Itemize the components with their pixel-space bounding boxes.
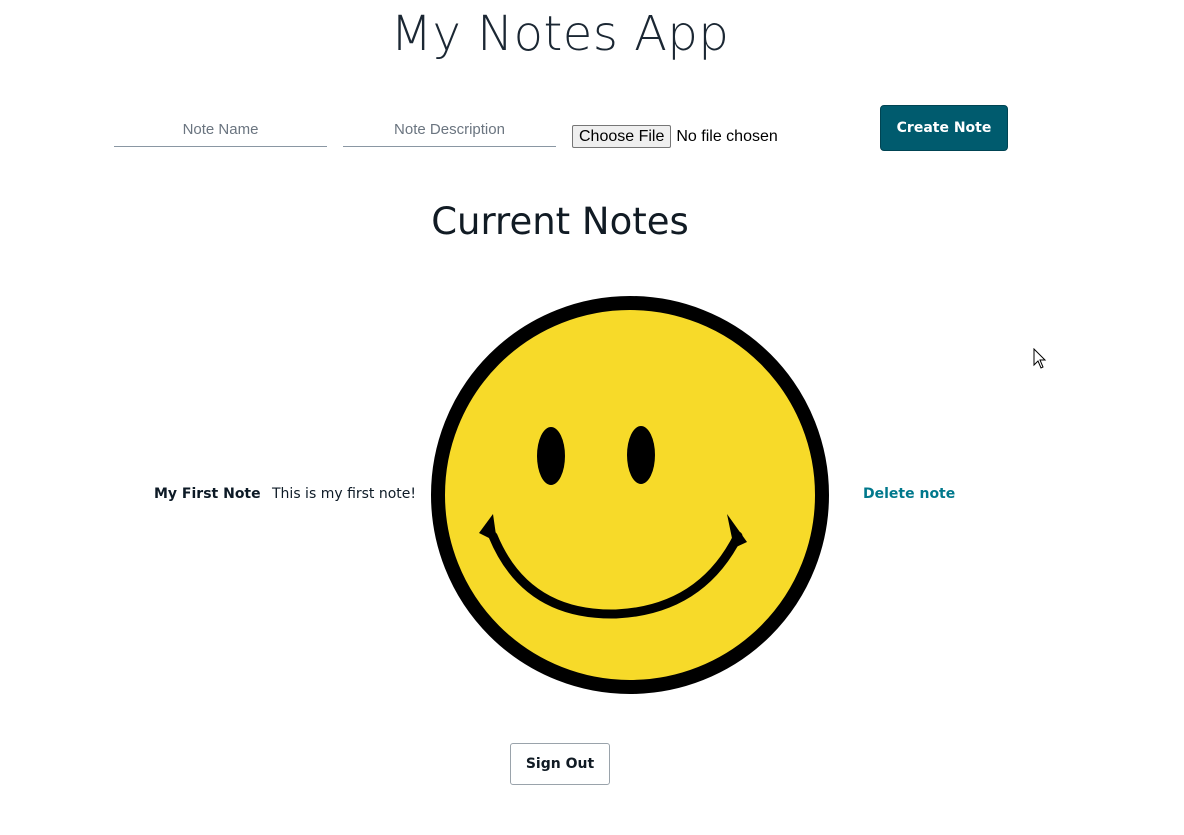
choose-file-button[interactable]: Choose File: [572, 125, 672, 148]
delete-note-link[interactable]: Delete note: [863, 486, 955, 502]
sign-out-button[interactable]: Sign Out: [510, 743, 610, 785]
note-name: My First Note: [154, 486, 261, 502]
smiley-face-icon: [431, 296, 829, 694]
current-notes-heading: Current Notes: [431, 200, 689, 243]
create-note-button[interactable]: Create Note: [880, 105, 1008, 151]
app-title: My Notes App: [390, 6, 730, 62]
note-name-input[interactable]: [114, 112, 327, 147]
file-status-text: No file chosen: [676, 127, 778, 145]
notes-app-page: My Notes App Choose File No file chosen …: [0, 0, 1184, 835]
note-description-input[interactable]: [343, 112, 556, 147]
file-picker: Choose File No file chosen: [572, 125, 778, 148]
mouse-pointer-icon: [1033, 348, 1047, 369]
note-item: My First Note This is my first note! Del…: [0, 296, 1184, 696]
note-description: This is my first note!: [272, 486, 417, 502]
